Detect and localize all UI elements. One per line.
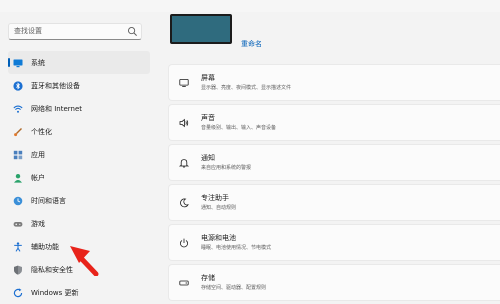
power-icon — [180, 238, 188, 248]
card-description: 存储空间、驱动器、配置规则 — [201, 285, 267, 291]
bluetooth-icon — [13, 80, 23, 91]
sidebar-item-label: 帐户 — [31, 173, 45, 182]
sidebar-item-network[interactable]: 网络和 Internet — [8, 97, 150, 120]
settings-card-power-battery[interactable]: 电源和电池 睡眠、电池使用情况、节电模式 — [168, 224, 500, 261]
sidebar-item-windows-update[interactable]: Windows 更新 — [8, 281, 150, 304]
rename-link[interactable]: 重命名 — [241, 39, 262, 49]
sidebar-item-label: 应用 — [31, 150, 45, 159]
sidebar-item-system[interactable]: 系统 — [8, 51, 150, 74]
sidebar-item-time-language[interactable]: 时间和语言 — [8, 189, 150, 212]
settings-card-sound[interactable]: 声音 音量级别、输出、输入、声音设备 — [168, 104, 500, 141]
sidebar-item-label: 系统 — [31, 58, 45, 67]
sidebar-nav: 系统 蓝牙和其他设备 网络和 Internet 个性化 应用 帐户 时间和语言 … — [8, 51, 150, 304]
sidebar-item-bluetooth[interactable]: 蓝牙和其他设备 — [8, 74, 150, 97]
device-thumbnail — [170, 14, 232, 44]
search-input[interactable]: 查找设置 — [8, 23, 142, 40]
bell-icon — [179, 159, 189, 168]
sidebar-item-label: 个性化 — [31, 127, 52, 136]
card-description: 睡眠、电池使用情况、节电模式 — [201, 245, 272, 251]
search-placeholder: 查找设置 — [14, 27, 42, 35]
sidebar-item-accessibility[interactable]: 辅助功能 — [8, 235, 150, 258]
sidebar-item-label: 蓝牙和其他设备 — [31, 81, 80, 90]
settings-card-focus-assist[interactable]: 专注助手 通知、自动规则 — [168, 184, 500, 221]
accessibility-icon — [14, 241, 22, 252]
sidebar-item-privacy-security[interactable]: 隐私和安全性 — [8, 258, 150, 281]
card-description: 音量级别、输出、输入、声音设备 — [201, 125, 277, 131]
globe-clock-icon — [13, 196, 23, 205]
wifi-icon — [13, 105, 23, 113]
settings-list: 屏幕 显示器、亮度、夜间模式、显示描述文件 声音 音量级别、输出、输入、声音设备… — [168, 64, 500, 304]
speaker-icon — [179, 118, 189, 128]
shield-icon — [14, 265, 22, 275]
brush-icon — [14, 127, 22, 136]
monitor-icon — [13, 59, 23, 67]
storage-icon — [179, 280, 189, 286]
card-description: 通知、自动规则 — [201, 205, 237, 211]
sidebar-item-personalization[interactable]: 个性化 — [8, 120, 150, 143]
gamepad-icon — [13, 221, 23, 227]
settings-card-storage[interactable]: 存储 存储空间、驱动器、配置规则 — [168, 264, 500, 301]
sidebar-item-gaming[interactable]: 游戏 — [8, 212, 150, 235]
sidebar-item-label: 辅助功能 — [31, 242, 59, 251]
sidebar-item-apps[interactable]: 应用 — [8, 143, 150, 166]
display-icon — [179, 79, 189, 88]
sidebar-item-label: 游戏 — [31, 219, 45, 228]
settings-card-display[interactable]: 屏幕 显示器、亮度、夜间模式、显示描述文件 — [168, 64, 500, 101]
sidebar-item-label: 时间和语言 — [31, 196, 66, 205]
person-icon — [14, 173, 22, 183]
sidebar-item-label: Windows 更新 — [31, 288, 79, 297]
card-title: 屏幕 — [201, 74, 215, 82]
card-description: 显示器、亮度、夜间模式、显示描述文件 — [201, 85, 292, 91]
title-bar-strip — [0, 0, 500, 12]
update-icon — [13, 287, 23, 297]
search-icon — [128, 27, 137, 36]
moon-icon — [180, 198, 189, 208]
card-title: 声音 — [201, 114, 215, 122]
apps-icon — [13, 150, 23, 159]
card-title: 专注助手 — [201, 194, 229, 202]
card-description: 来自应用和系统的警报 — [201, 165, 252, 171]
card-title: 存储 — [201, 274, 215, 282]
sidebar-item-label: 网络和 Internet — [31, 104, 83, 113]
sidebar-item-accounts[interactable]: 帐户 — [8, 166, 150, 189]
card-title: 通知 — [201, 154, 215, 162]
card-title: 电源和电池 — [201, 234, 236, 242]
settings-card-notifications[interactable]: 通知 来自应用和系统的警报 — [168, 144, 500, 181]
sidebar-item-label: 隐私和安全性 — [31, 265, 73, 274]
